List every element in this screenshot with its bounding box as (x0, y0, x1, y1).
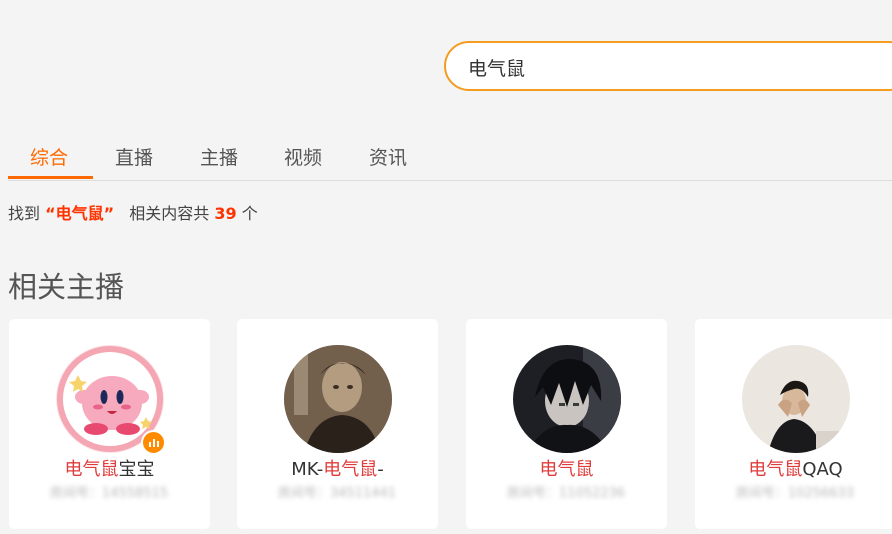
summary-keyword: “电气鼠” (45, 204, 115, 223)
anchor-card[interactable]: 电气鼠 房间号：11052236 (466, 319, 667, 529)
tab-all[interactable]: 综合 (30, 140, 68, 179)
anchor-name: MK-电气鼠- (291, 459, 384, 480)
summary-middle: 相关内容共 (129, 204, 210, 223)
anchor-room-number: 房间号：14558515 (49, 486, 169, 498)
light-portrait-avatar (742, 345, 850, 453)
anchor-name: 电气鼠QAQ (748, 459, 843, 480)
anchor-name: 电气鼠 (539, 459, 594, 480)
search-box[interactable] (444, 41, 892, 91)
anchor-room-number: 房间号：10256633 (735, 486, 855, 498)
summary-prefix: 找到 (8, 204, 41, 223)
result-summary: 找到 “电气鼠” 相关内容共 39 个 (8, 200, 258, 224)
anchor-room-number: 房间号：11052236 (506, 486, 626, 498)
anchor-card[interactable]: MK-电气鼠- 房间号：34511441 (237, 319, 438, 529)
tab-video[interactable]: 视频 (284, 140, 322, 179)
anchor-name: 电气鼠宝宝 (64, 459, 155, 480)
summary-suffix: 个 (241, 204, 258, 223)
live-indicator-icon (141, 430, 166, 455)
section-title: 相关主播 (8, 270, 125, 304)
result-tabs: 综合 直播 主播 视频 资讯 (8, 140, 892, 181)
search-input[interactable] (468, 54, 848, 80)
sepia-portrait-avatar (284, 345, 392, 453)
anchor-card[interactable]: 电气鼠宝宝 房间号：14558515 (9, 319, 210, 529)
tab-live[interactable]: 直播 (115, 140, 153, 179)
tab-news[interactable]: 资讯 (369, 140, 407, 179)
anchor-card[interactable]: 电气鼠QAQ 房间号：10256633 (695, 319, 892, 529)
active-tab-indicator (8, 176, 93, 179)
tab-streamer[interactable]: 主播 (200, 140, 238, 179)
summary-count: 39 (214, 204, 237, 223)
dark-anime-avatar (513, 345, 621, 453)
anchor-room-number: 房间号：34511441 (277, 486, 397, 498)
